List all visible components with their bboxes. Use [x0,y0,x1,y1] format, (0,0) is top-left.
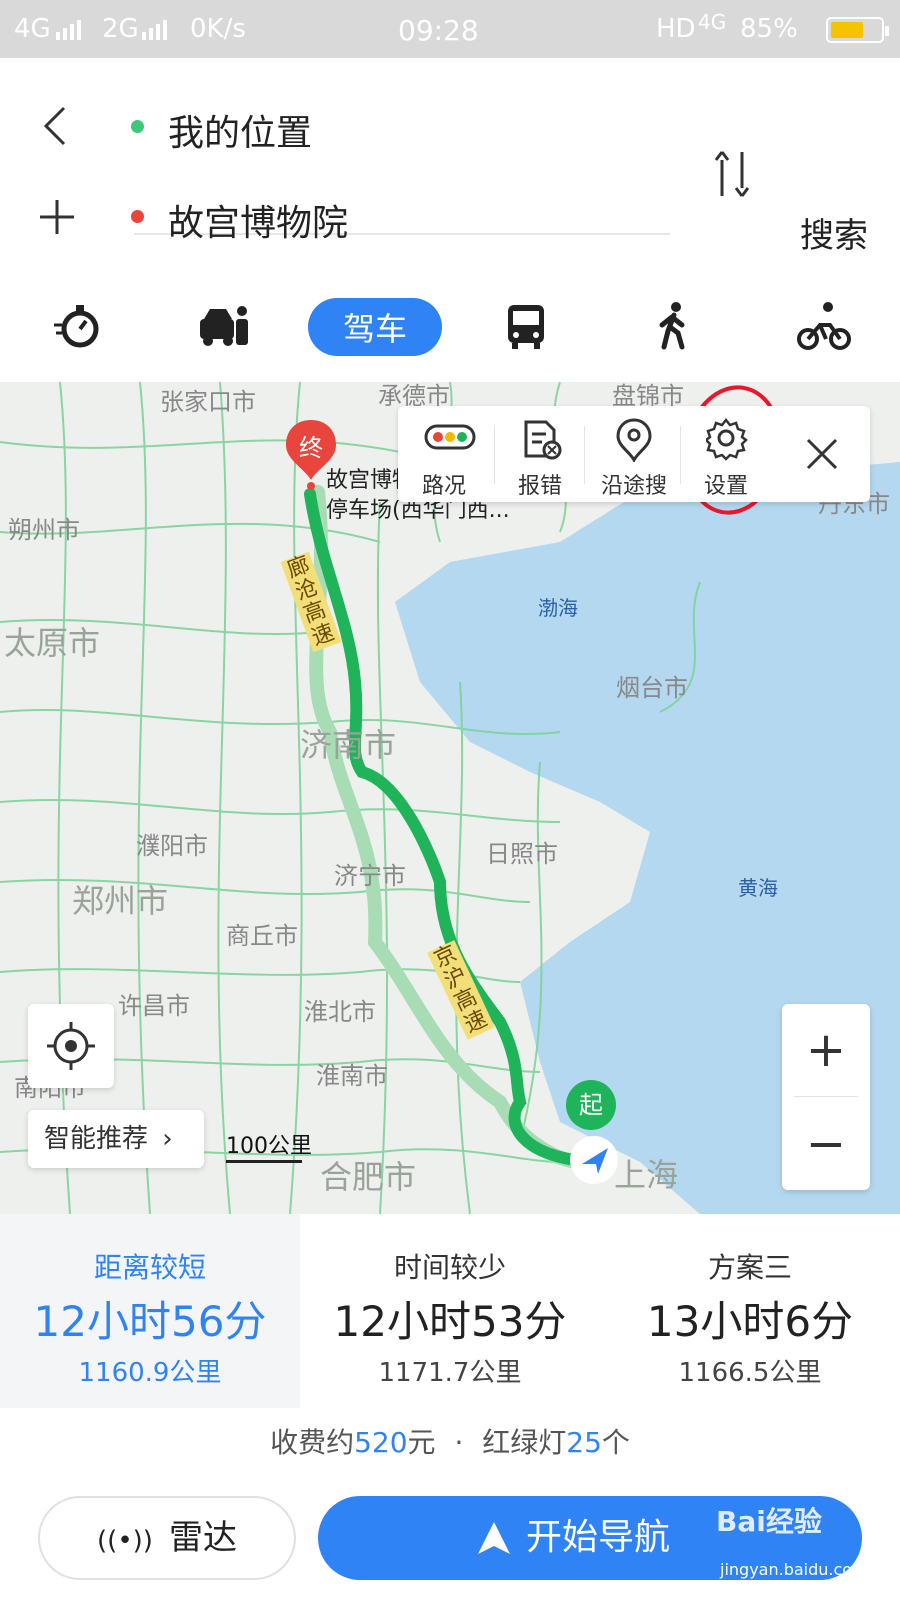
zoom-control: + − [782,1004,870,1190]
map-label: 济宁市 [334,862,406,890]
map-label: 商丘市 [226,922,298,950]
smart-recommend-button[interactable]: 智能推荐 › [28,1110,204,1168]
close-toolbar-button[interactable] [772,406,870,502]
signal-icon [56,20,81,40]
map-label: 上海 [614,1156,679,1194]
hd-label: HD [656,14,696,44]
swap-icon[interactable] [712,146,758,202]
network-type-1: 4G [14,14,51,44]
network-speed: 0K/s [190,14,246,44]
map-label: 朔州市 [8,516,80,544]
map-label: 淮南市 [316,1062,388,1090]
network-type-3: 4G [698,10,727,34]
location-pin-icon [616,418,652,462]
zoom-out-button[interactable]: − [782,1098,870,1190]
bus-icon[interactable] [466,290,586,364]
settings-button[interactable]: 设置 [680,406,772,502]
map-label: 烟台市 [616,674,688,702]
map-label: 许昌市 [118,992,190,1020]
map-label: 淮北市 [304,998,376,1026]
traffic-light-icon [424,424,476,450]
map-label: 济南市 [300,726,397,764]
map-label: 太原市 [4,624,101,662]
map-toolbar: 路况 报错 沿途搜 设置 [398,406,870,502]
tab-drive[interactable]: 驾车 [308,298,442,356]
add-waypoint-icon[interactable] [38,198,76,236]
map-label: 黄海 [738,876,778,900]
clock: 09:28 [398,14,479,47]
carpool-icon[interactable] [164,290,284,364]
map-label: 渤海 [538,596,578,620]
transport-mode-tabs: 驾车 [0,290,900,370]
route-option-1[interactable]: 距离较短 12小时56分 1160.9公里 [0,1214,300,1408]
watermark: Bai经验 [716,1505,822,1538]
current-location-icon [570,1136,618,1184]
start-marker[interactable]: 起 [566,1080,616,1130]
destination-dot [131,210,144,223]
battery-percent: 85% [740,14,798,44]
status-bar: 4G 2G 0K/s 09:28 HD 4G 85% [0,0,900,58]
origin-input[interactable]: 我的位置 [168,104,312,156]
along-search-button[interactable]: 沿途搜 [588,406,680,502]
report-button[interactable]: 报错 [494,406,586,502]
search-button[interactable]: 搜索 [800,208,868,257]
battery-icon [826,17,889,43]
route-options: 距离较短 12小时56分 1160.9公里 时间较少 12小时53分 1171.… [0,1214,900,1408]
zoom-in-button[interactable]: + [782,1004,870,1096]
destination-input[interactable]: 故宫博物院 [168,194,348,246]
network-type-2: 2G [102,14,139,44]
walk-icon[interactable] [614,290,734,364]
chevron-right-icon: › [162,1124,173,1154]
radar-icon: ((•)) [97,1526,153,1556]
route-option-2[interactable]: 时间较少 12小时53分 1171.7公里 [300,1214,600,1408]
bike-icon[interactable] [764,290,884,364]
map-label: 合肥市 [320,1158,417,1196]
scale-label: 100公里 [226,1134,312,1159]
traffic-button[interactable]: 路况 [398,406,490,502]
route-map[interactable]: 张家口市 承德市 盘锦市 丹东市 朔州市 太原市 渤海 烟台市 济南市 濮阳市 … [0,382,900,1214]
locate-button[interactable] [28,1004,114,1088]
route-option-3[interactable]: 方案三 13小时6分 1166.5公里 [600,1214,900,1408]
radar-button[interactable]: ((•)) 雷达 [38,1496,296,1580]
map-label: 郑州市 [72,882,169,920]
route-info: 收费约520元 · 红绿灯25个 [270,1426,630,1459]
scale-bar [226,1160,302,1163]
locate-icon [47,1022,95,1070]
close-icon [806,438,838,470]
map-label: 日照市 [486,840,558,868]
map-label: 张家口市 [160,388,256,416]
navigation-arrow-icon [478,1522,510,1554]
gear-icon [706,418,748,461]
watermark-url: jingyan.baidu.com [720,1560,868,1579]
signal-icon [142,20,167,40]
back-arrow-icon[interactable] [40,104,70,148]
origin-dot [131,120,144,133]
timer-icon[interactable] [18,290,138,364]
map-label: 濮阳市 [136,832,208,860]
report-icon [524,420,562,460]
